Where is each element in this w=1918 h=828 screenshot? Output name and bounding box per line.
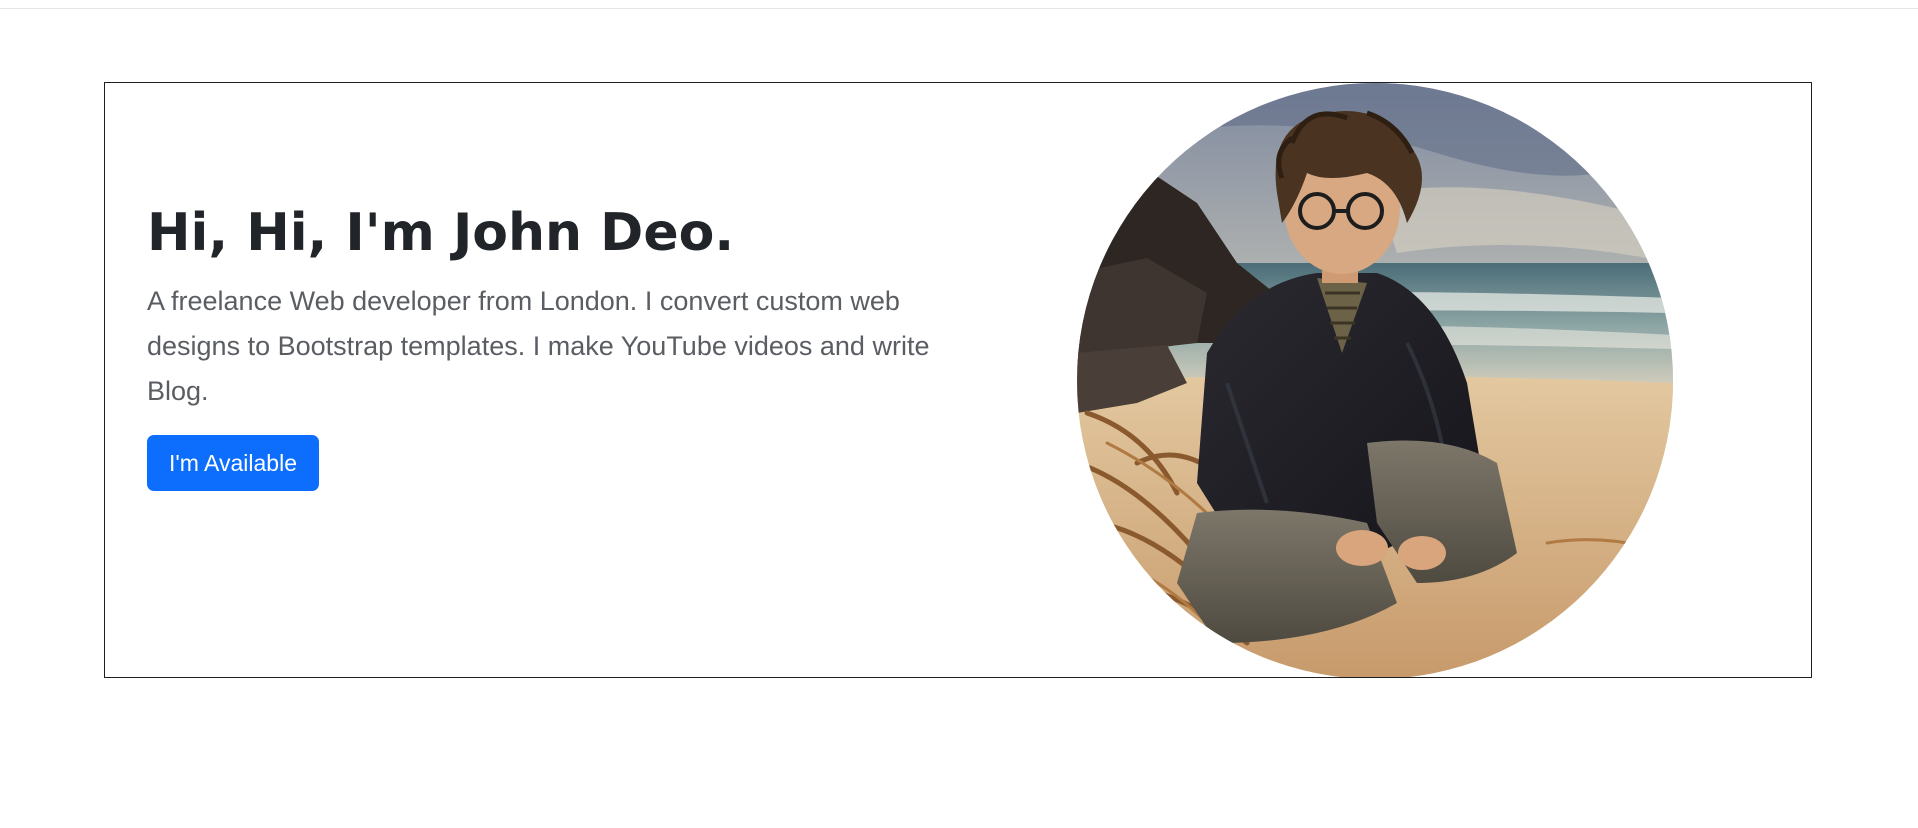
hero-text-block: Hi, Hi, I'm John Deo. A freelance Web de… — [147, 199, 947, 414]
hero-lead: A freelance Web developer from London. I… — [147, 286, 930, 406]
profile-portrait — [1077, 83, 1673, 677]
top-divider — [0, 8, 1918, 9]
hero-card: Hi, Hi, I'm John Deo. A freelance Web de… — [104, 82, 1812, 678]
hero-title: Hi, Hi, I'm John Deo. — [147, 203, 735, 263]
portrait-illustration-icon — [1077, 83, 1673, 677]
available-button[interactable]: I'm Available — [147, 435, 319, 491]
